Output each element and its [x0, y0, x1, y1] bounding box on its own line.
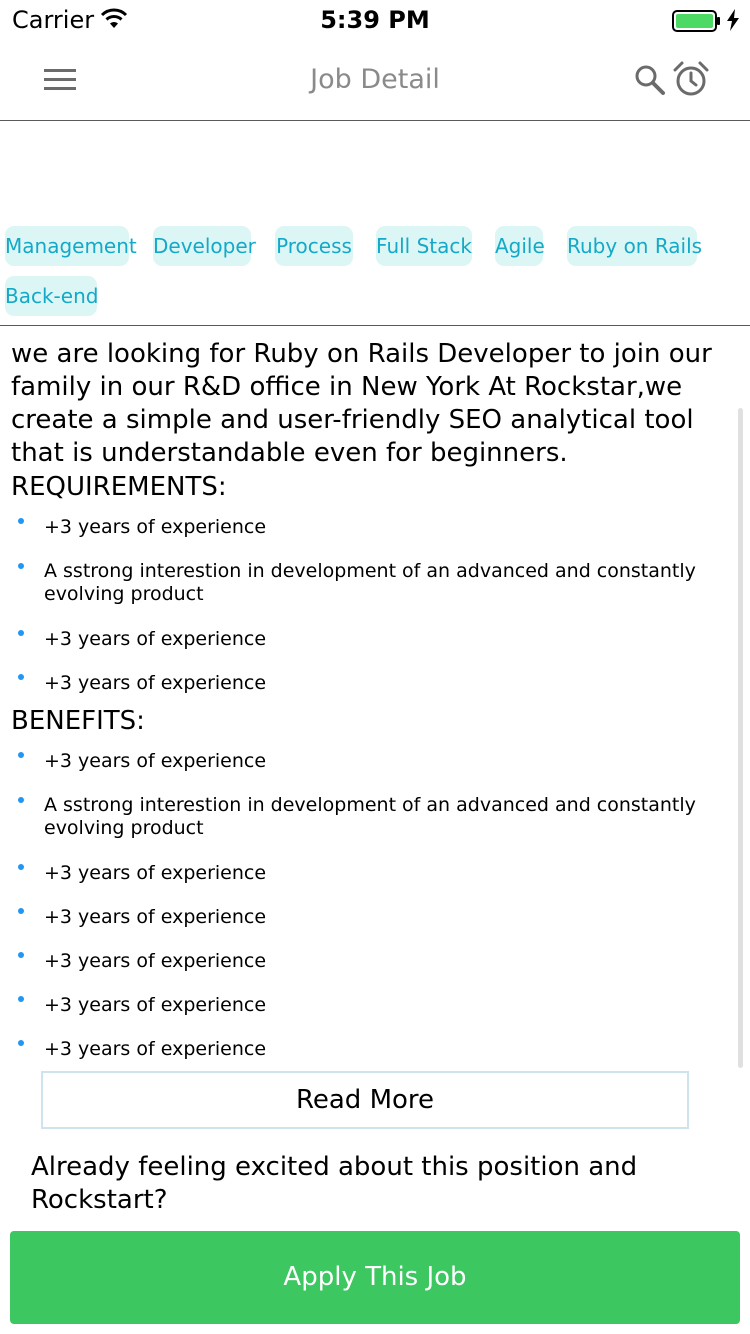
tag-management[interactable]: Management [5, 226, 137, 266]
bullet-icon [18, 864, 24, 870]
status-bar: Carrier 5:39 PM [0, 0, 750, 40]
search-icon[interactable] [634, 64, 666, 96]
scrollbar[interactable] [738, 408, 743, 1068]
bullet-icon [18, 752, 24, 758]
tag-full-stack[interactable]: Full Stack [376, 226, 472, 266]
divider [0, 325, 750, 326]
benefit-item: +3 years of experience [44, 906, 267, 928]
tag-developer[interactable]: Developer [153, 226, 256, 266]
benefit-item: +3 years of experience [44, 750, 267, 772]
bullet-icon [18, 952, 24, 958]
charging-icon [727, 9, 739, 31]
bullet-icon [18, 563, 24, 569]
benefit-item: +3 years of experience [44, 950, 267, 972]
bullet-icon [18, 996, 24, 1002]
requirement-item: +3 years of experience [44, 516, 267, 538]
bullet-icon [18, 797, 24, 803]
requirement-item: A sstrong interestion in development of … [44, 560, 696, 605]
requirement-item: +3 years of experience [44, 628, 267, 650]
job-description: we are looking for Ruby on Rails Develop… [11, 339, 712, 468]
bullet-icon [18, 630, 24, 636]
benefit-item: +3 years of experience [44, 994, 267, 1016]
benefit-item: +3 years of experience [44, 1038, 267, 1060]
apply-job-button[interactable]: Apply This Job [10, 1231, 740, 1324]
excited-prompt: Already feeling excited about this posit… [31, 1152, 638, 1215]
bullet-icon [18, 1040, 24, 1046]
tag-ruby-on-rails[interactable]: Ruby on Rails [567, 226, 702, 266]
benefit-item: A sstrong interestion in development of … [44, 794, 696, 839]
requirement-item: +3 years of experience [44, 672, 267, 694]
tag-back-end[interactable]: Back-end [5, 276, 98, 316]
bullet-icon [18, 908, 24, 914]
alarm-icon[interactable] [672, 60, 710, 98]
tag-agile[interactable]: Agile [495, 226, 545, 266]
benefit-item: +3 years of experience [44, 862, 267, 884]
status-time: 5:39 PM [320, 6, 430, 34]
read-more-button[interactable]: Read More [41, 1071, 689, 1129]
battery-icon [672, 10, 720, 32]
benefits-heading: BENEFITS: [11, 706, 145, 736]
tag-process[interactable]: Process [275, 226, 353, 266]
nav-bar: Job Detail [0, 40, 750, 121]
requirements-heading: REQUIREMENTS: [11, 472, 227, 502]
bullet-icon [18, 518, 24, 524]
bullet-icon [18, 674, 24, 680]
